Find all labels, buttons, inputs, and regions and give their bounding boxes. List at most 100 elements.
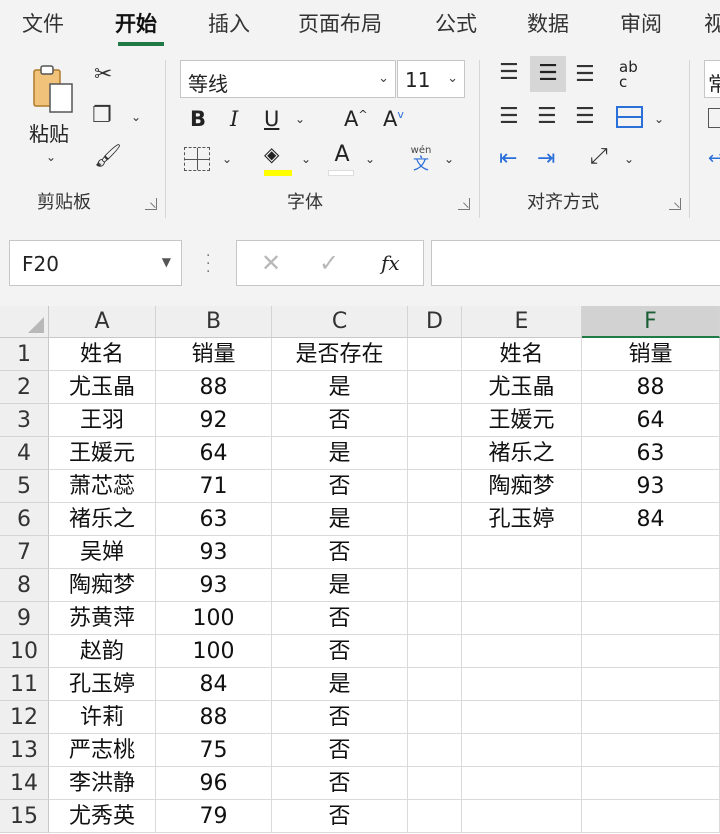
orientation-dropdown-icon[interactable]: ⌄	[624, 152, 634, 166]
tab-5[interactable]: 数据	[527, 8, 569, 38]
cell-a11[interactable]: 孔玉婷	[49, 668, 156, 701]
paste-button[interactable]: 粘贴	[29, 118, 69, 147]
align-bottom-icon[interactable]: ☰	[575, 64, 595, 86]
tab-6[interactable]: 审阅	[620, 8, 662, 38]
copy-icon[interactable]: ❐	[92, 105, 112, 127]
cell-f3[interactable]: 64	[582, 404, 720, 437]
cell-f2[interactable]: 88	[582, 371, 720, 404]
cell-a5[interactable]: 萧芯蕊	[49, 470, 156, 503]
cell-f14[interactable]	[582, 767, 720, 800]
font-color-dropdown-icon[interactable]: ⌄	[365, 152, 375, 166]
cell-f4[interactable]: 63	[582, 437, 720, 470]
enter-icon[interactable]: ✓	[319, 249, 339, 277]
cell-b4[interactable]: 64	[156, 437, 272, 470]
cell-a8[interactable]: 陶痴梦	[49, 569, 156, 602]
tab-1[interactable]: 开始	[115, 8, 157, 38]
percent-icon[interactable]	[708, 108, 720, 128]
cell-a10[interactable]: 赵韵	[49, 635, 156, 668]
cell-c3[interactable]: 否	[272, 404, 408, 437]
fill-color-icon[interactable]: ◈	[264, 144, 294, 176]
row-header[interactable]: 13	[0, 734, 49, 767]
font-name-combo[interactable]: 等线 ⌄	[180, 60, 396, 98]
cell-c6[interactable]: 是	[272, 503, 408, 536]
cell-a4[interactable]: 王媛元	[49, 437, 156, 470]
cell-f11[interactable]	[582, 668, 720, 701]
row-header[interactable]: 3	[0, 404, 49, 437]
tab-4[interactable]: 公式	[435, 8, 477, 38]
cell-a13[interactable]: 严志桃	[49, 734, 156, 767]
row-header[interactable]: 9	[0, 602, 49, 635]
cell-d9[interactable]	[408, 602, 462, 635]
format-painter-icon[interactable]: 🖌	[94, 146, 122, 168]
cell-d6[interactable]	[408, 503, 462, 536]
cell-d8[interactable]	[408, 569, 462, 602]
font-launcher-icon[interactable]	[458, 198, 470, 210]
orientation-icon[interactable]: ⤢	[590, 146, 608, 168]
cell-c5[interactable]: 否	[272, 470, 408, 503]
formula-bar-grip-icon[interactable]: · · ·	[206, 249, 210, 279]
cell-d12[interactable]	[408, 701, 462, 734]
cell-c9[interactable]: 否	[272, 602, 408, 635]
cell-f13[interactable]	[582, 734, 720, 767]
row-header[interactable]: 6	[0, 503, 49, 536]
cut-icon[interactable]: ✂	[94, 64, 112, 86]
cell-a7[interactable]: 吴婵	[49, 536, 156, 569]
underline-dropdown-icon[interactable]: ⌄	[295, 112, 305, 126]
cell-b6[interactable]: 63	[156, 503, 272, 536]
align-left-icon[interactable]: ☰	[499, 106, 519, 128]
cell-c11[interactable]: 是	[272, 668, 408, 701]
cell-b2[interactable]: 88	[156, 371, 272, 404]
row-header[interactable]: 15	[0, 800, 49, 833]
column-header-f[interactable]: F	[582, 306, 720, 338]
name-box[interactable]: F20 ▼	[9, 240, 182, 286]
cell-a14[interactable]: 李洪静	[49, 767, 156, 800]
number-format-combo[interactable]: 常	[704, 60, 720, 98]
cell-f1[interactable]: 销量	[582, 338, 720, 371]
row-header[interactable]: 14	[0, 767, 49, 800]
grow-font-button[interactable]: A^	[344, 107, 368, 131]
column-header-b[interactable]: B	[156, 306, 272, 338]
cell-f5[interactable]: 93	[582, 470, 720, 503]
row-header[interactable]: 4	[0, 437, 49, 470]
underline-button[interactable]: U	[264, 107, 279, 131]
cell-a2[interactable]: 尤玉晶	[49, 371, 156, 404]
cell-b5[interactable]: 71	[156, 470, 272, 503]
borders-dropdown-icon[interactable]: ⌄	[222, 152, 232, 166]
column-header-a[interactable]: A	[49, 306, 156, 338]
cell-f12[interactable]	[582, 701, 720, 734]
wrap-text-icon[interactable]: ab c	[619, 60, 647, 90]
cell-d14[interactable]	[408, 767, 462, 800]
cell-c15[interactable]: 否	[272, 800, 408, 833]
italic-button[interactable]: I	[230, 107, 238, 131]
cell-c1[interactable]: 是否存在	[272, 338, 408, 371]
copy-dropdown-icon[interactable]: ⌄	[131, 110, 141, 124]
cell-b11[interactable]: 84	[156, 668, 272, 701]
cell-e4[interactable]: 褚乐之	[462, 437, 582, 470]
paste-dropdown-icon[interactable]: ⌄	[46, 150, 56, 164]
cell-a9[interactable]: 苏黄萍	[49, 602, 156, 635]
align-top-icon[interactable]: ☰	[499, 62, 519, 84]
shrink-font-button[interactable]: Av	[383, 107, 404, 131]
chevron-down-icon[interactable]: ⌄	[447, 71, 458, 86]
cell-c4[interactable]: 是	[272, 437, 408, 470]
cell-b3[interactable]: 92	[156, 404, 272, 437]
cell-f15[interactable]	[582, 800, 720, 833]
cell-c13[interactable]: 否	[272, 734, 408, 767]
font-color-icon[interactable]: A	[328, 144, 356, 176]
cell-f7[interactable]	[582, 536, 720, 569]
align-center-icon[interactable]: ☰	[537, 106, 557, 128]
cell-b7[interactable]: 93	[156, 536, 272, 569]
bold-button[interactable]: B	[190, 107, 206, 131]
phonetic-dropdown-icon[interactable]: ⌄	[444, 152, 454, 166]
row-header[interactable]: 11	[0, 668, 49, 701]
cell-e9[interactable]	[462, 602, 582, 635]
cell-c8[interactable]: 是	[272, 569, 408, 602]
paste-icon[interactable]	[30, 62, 76, 116]
cell-b15[interactable]: 79	[156, 800, 272, 833]
cell-d10[interactable]	[408, 635, 462, 668]
cell-e2[interactable]: 尤玉晶	[462, 371, 582, 404]
cancel-icon[interactable]: ✕	[261, 249, 281, 277]
column-header-e[interactable]: E	[462, 306, 582, 338]
increase-indent-icon[interactable]: ⇥	[537, 148, 555, 170]
phonetic-guide-icon[interactable]: wén 文	[407, 146, 435, 172]
